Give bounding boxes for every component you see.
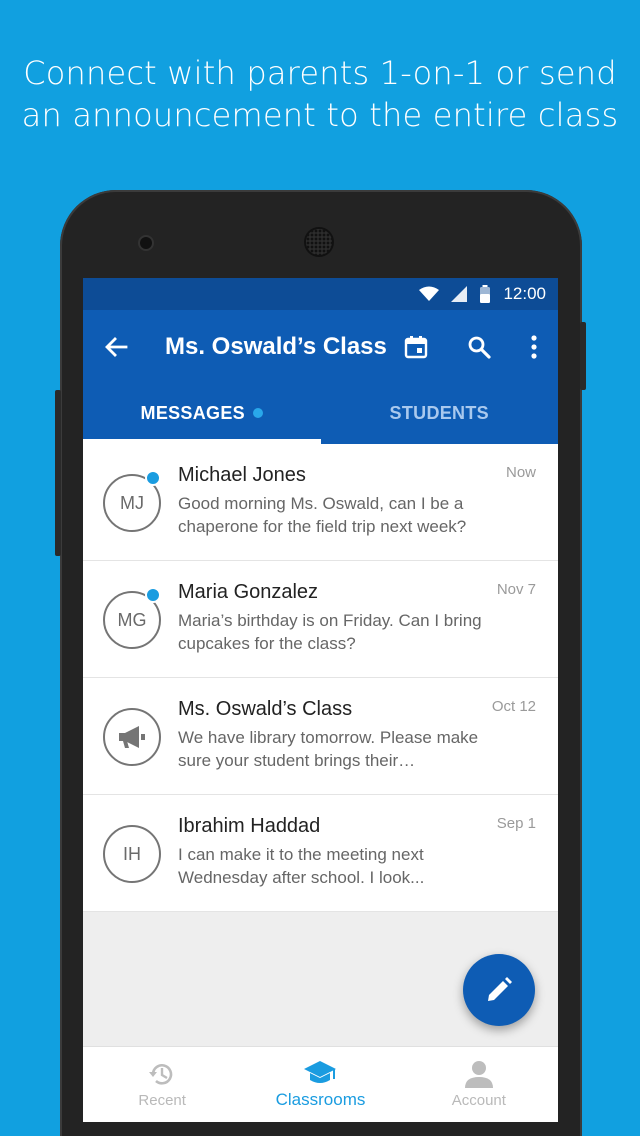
- search-icon: [468, 336, 491, 359]
- battery-icon: [479, 285, 491, 303]
- sender-name: Ibrahim Haddad: [178, 815, 321, 837]
- nav-account-label: Account: [451, 1092, 506, 1109]
- search-button[interactable]: [462, 330, 496, 364]
- unread-indicator: [145, 470, 161, 486]
- back-button[interactable]: [101, 332, 131, 362]
- status-bar: 12:00: [83, 278, 558, 310]
- message-row[interactable]: MJ Michael Jones Good morning Ms. Oswald…: [83, 444, 558, 561]
- tab-students-label: STUDENTS: [389, 402, 489, 423]
- person-icon: [464, 1061, 493, 1088]
- history-icon: [149, 1064, 173, 1085]
- graduation-cap-icon: [304, 1060, 337, 1083]
- avatar-initials: MG: [117, 609, 147, 630]
- message-time: Sep 1: [496, 815, 536, 832]
- message-preview: Good morning Ms. Oswald, can I be a chap…: [178, 494, 467, 536]
- nav-recent-label: Recent: [138, 1092, 186, 1109]
- message-row[interactable]: IH Ibrahim Haddad I can make it to the m…: [83, 795, 558, 912]
- more-options-button[interactable]: [517, 330, 551, 364]
- compose-button[interactable]: [463, 954, 535, 1026]
- unread-indicator: [145, 587, 161, 603]
- tab-messages-label: MESSAGES: [140, 402, 245, 423]
- calendar-button[interactable]: [399, 330, 433, 364]
- nav-account[interactable]: Account: [400, 1047, 558, 1122]
- message-preview: Maria’s birthday is on Friday. Can I bri…: [178, 611, 482, 653]
- message-time: Oct 12: [491, 698, 536, 715]
- nav-classrooms-label: Classrooms: [275, 1089, 366, 1109]
- avatar: IH: [103, 825, 161, 883]
- avatar: [103, 708, 161, 766]
- message-time: Now: [505, 464, 536, 481]
- avatar-initials: IH: [123, 843, 141, 864]
- volume-button: [55, 390, 61, 556]
- sender-name: Ms. Oswald’s Class: [178, 698, 353, 720]
- message-time: Nov 7: [496, 581, 536, 598]
- tab-bar: MESSAGES STUDENTS: [83, 382, 558, 444]
- tab-messages[interactable]: MESSAGES: [83, 382, 321, 444]
- message-preview: I can make it to the meeting next Wednes…: [178, 845, 425, 887]
- page-title: Ms. Oswald’s Class: [165, 333, 387, 360]
- nav-recent[interactable]: Recent: [83, 1047, 241, 1122]
- nav-classrooms[interactable]: Classrooms: [241, 1047, 399, 1122]
- megaphone-icon: [119, 726, 145, 748]
- message-list: MJ Michael Jones Good morning Ms. Oswald…: [83, 444, 558, 912]
- front-camera: [140, 237, 152, 249]
- arrow-left-icon: [105, 337, 128, 357]
- avatar-initials: MJ: [120, 492, 144, 513]
- sender-name: Maria Gonzalez: [178, 581, 319, 603]
- signal-icon: [451, 286, 468, 302]
- calendar-icon: [404, 336, 428, 359]
- message-row[interactable]: MG Maria Gonzalez Maria’s birthday is on…: [83, 561, 558, 678]
- earpiece-speaker: [306, 229, 332, 255]
- sender-name: Michael Jones: [178, 464, 306, 486]
- wifi-icon: [419, 286, 440, 302]
- message-row[interactable]: Ms. Oswald’s Class We have library tomor…: [83, 678, 558, 795]
- bottom-navigation: Recent Classrooms Account: [83, 1046, 558, 1122]
- phone-screen: 12:00 Ms. Oswald’s Class MESSAGES STUDEN…: [83, 278, 558, 1122]
- headline-line-2: an announcement to the entire class: [21, 96, 619, 134]
- power-button: [580, 322, 586, 390]
- unread-dot: [252, 408, 263, 418]
- tab-students[interactable]: STUDENTS: [321, 382, 559, 444]
- status-time: 12:00: [503, 284, 546, 303]
- pencil-icon: [488, 977, 512, 1001]
- message-preview: We have library tomorrow. Please make su…: [178, 728, 479, 770]
- app-bar: Ms. Oswald’s Class MESSAGES STUDENTS: [83, 310, 558, 444]
- headline-line-1: Connect with parents 1-on-1 or send: [23, 54, 617, 92]
- headline: Connect with parents 1-on-1 or send an a…: [0, 52, 640, 136]
- more-vert-icon: [531, 335, 537, 359]
